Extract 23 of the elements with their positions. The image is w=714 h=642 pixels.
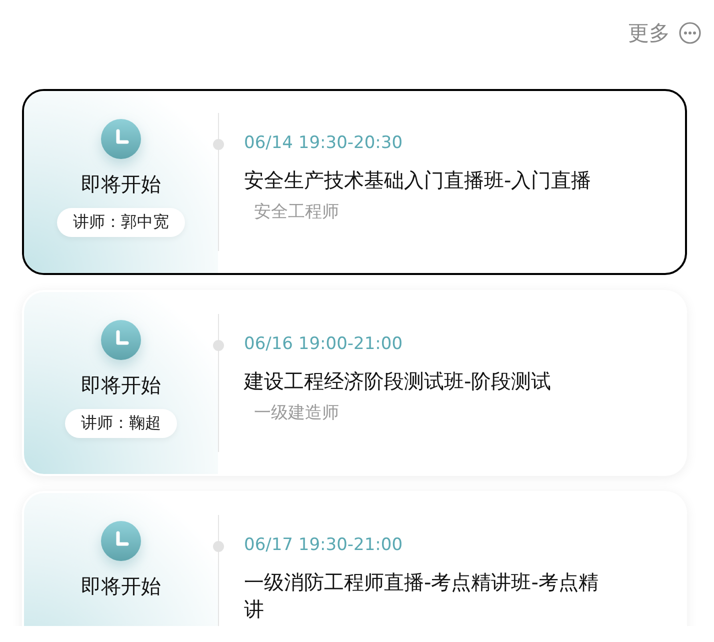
timeline-dot	[213, 541, 224, 552]
clock-icon	[101, 521, 141, 561]
clock-icon	[101, 119, 141, 159]
lecturer-tag: 讲师：鞠超	[65, 409, 177, 438]
session-title: 安全生产技术基础入门直播班-入门直播	[244, 167, 592, 194]
category-label: 安全工程师	[254, 201, 340, 223]
session-card[interactable]: 即将开始 06/17 19:30-21:00 一级消防工程师直播-考点精讲班-考点精讲	[22, 491, 687, 626]
session-card[interactable]: 即将开始 讲师：鞠超 06/16 19:00-21:00 建设工程经济阶段测试班-阶段测试 一级建造师	[22, 290, 687, 476]
session-card[interactable]: 即将开始 讲师：郭中宽 06/14 19:30-20:30 安全生产技术基础入门直播班-入门直播 安全工程师	[22, 89, 687, 275]
category-label: 一级建造师	[254, 402, 340, 424]
lecturer-tag: 讲师：郭中宽	[57, 208, 185, 237]
session-title: 建设工程经济阶段测试班-阶段测试	[244, 368, 552, 395]
status-label: 即将开始	[81, 171, 161, 198]
status-label: 即将开始	[81, 372, 161, 399]
timeline-dot	[213, 340, 224, 351]
session-time: 06/16 19:00-21:00	[244, 334, 404, 354]
status-label: 即将开始	[81, 573, 161, 600]
session-time: 06/17 19:30-21:00	[244, 535, 404, 555]
timeline-dot	[213, 139, 224, 150]
session-time: 06/14 19:30-20:30	[244, 133, 404, 153]
clock-icon	[101, 320, 141, 360]
more-icon	[678, 21, 702, 45]
session-title: 一级消防工程师直播-考点精讲班-考点精讲	[244, 569, 600, 623]
